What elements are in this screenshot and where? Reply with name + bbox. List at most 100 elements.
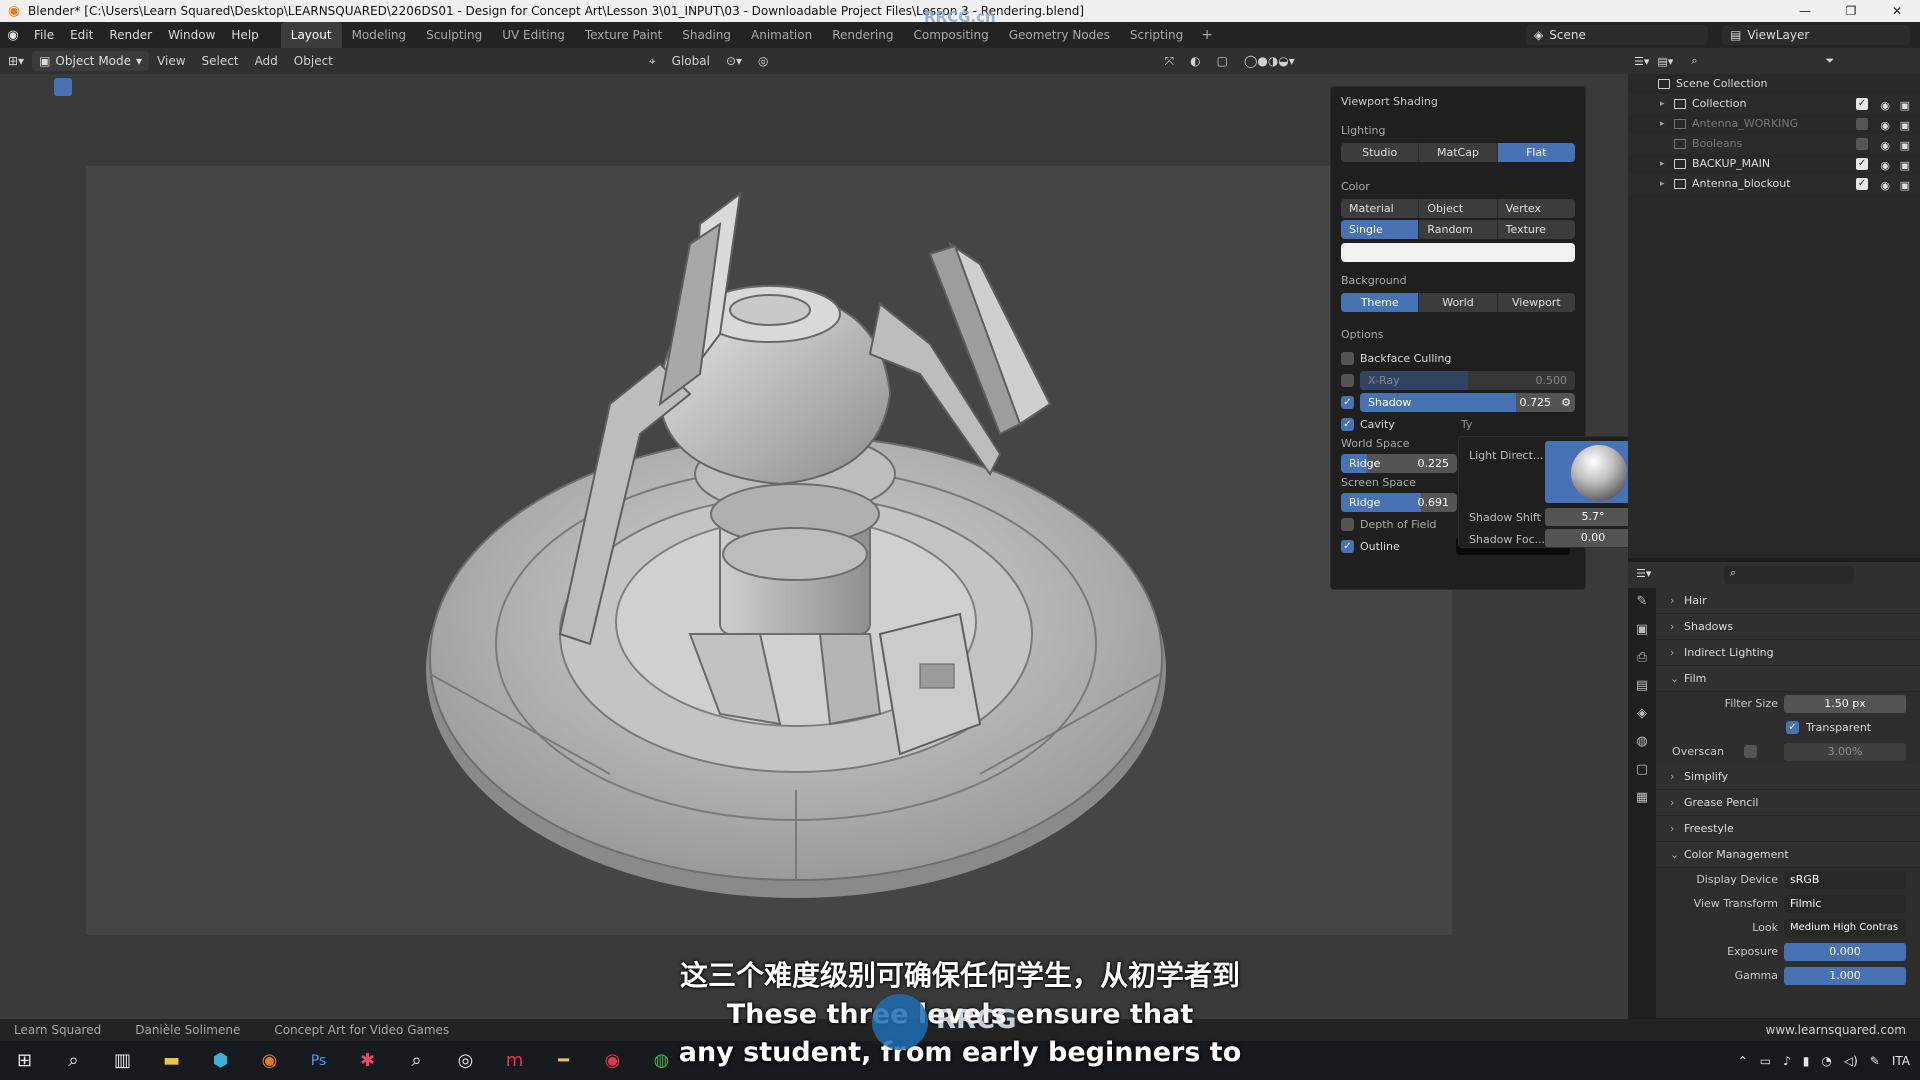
shadow-checkbox[interactable]: ✓ bbox=[1341, 395, 1354, 409]
color-random[interactable]: Random bbox=[1419, 220, 1498, 239]
eye-icon[interactable]: ◉ bbox=[1880, 136, 1890, 156]
transparent-checkbox[interactable]: ✓ bbox=[1786, 721, 1799, 734]
color-texture[interactable]: Texture bbox=[1498, 220, 1575, 239]
filter-icon[interactable]: ⏷ bbox=[1825, 54, 1834, 68]
lighting-studio[interactable]: Studio bbox=[1341, 143, 1420, 162]
backface-culling-checkbox[interactable] bbox=[1341, 351, 1354, 365]
outliner-row-antenna-working[interactable]: ▸ Antenna_WORKING ◉ ▣ bbox=[1628, 114, 1920, 134]
panel-grease-pencil[interactable]: › Grease Pencil bbox=[1656, 790, 1920, 816]
eye-icon[interactable]: ◉ bbox=[1880, 116, 1890, 136]
menu-object[interactable]: Object bbox=[286, 54, 341, 68]
maximize-button[interactable]: ❐ bbox=[1828, 0, 1874, 22]
world-tab-icon[interactable]: ◍ bbox=[1628, 728, 1656, 756]
exclude-checkbox[interactable] bbox=[1856, 138, 1868, 150]
menu-window[interactable]: Window bbox=[160, 22, 223, 48]
outliner-row-booleans[interactable]: Booleans ◉ ▣ bbox=[1628, 134, 1920, 154]
menu-select[interactable]: Select bbox=[194, 54, 247, 68]
look-select[interactable]: Medium High Contras bbox=[1784, 919, 1906, 937]
panel-hair[interactable]: › Hair bbox=[1656, 588, 1920, 614]
light-direction-widget[interactable] bbox=[1545, 441, 1641, 503]
backface-culling-row[interactable]: Backface Culling bbox=[1341, 347, 1575, 369]
panel-indirect-lighting[interactable]: › Indirect Lighting bbox=[1656, 640, 1920, 666]
collection-tab-icon[interactable]: ▢ bbox=[1628, 756, 1656, 784]
outliner-row-backup-main[interactable]: ▸ BACKUP_MAIN ✓ ◉ ▣ bbox=[1628, 154, 1920, 174]
tab-uv-editing[interactable]: UV Editing bbox=[492, 22, 575, 48]
scene-tab-icon[interactable]: ◈ bbox=[1628, 700, 1656, 728]
mode-selector[interactable]: ▣ Object Mode ▾ bbox=[32, 51, 150, 71]
color-object[interactable]: Object bbox=[1419, 199, 1498, 218]
color-single[interactable]: Single bbox=[1341, 220, 1420, 239]
outliner-row-scene-collection[interactable]: Scene Collection bbox=[1628, 74, 1920, 94]
texture-tab-icon[interactable]: ▦ bbox=[1628, 784, 1656, 812]
orientation-selector[interactable]: Global bbox=[664, 54, 718, 68]
panel-freestyle[interactable]: › Freestyle bbox=[1656, 816, 1920, 842]
dof-checkbox[interactable] bbox=[1341, 517, 1354, 531]
eye-icon[interactable]: ◉ bbox=[1880, 176, 1890, 196]
menu-help[interactable]: Help bbox=[223, 22, 266, 48]
expand-arrow-icon[interactable]: ▸ bbox=[1660, 174, 1665, 194]
display-mode-icon[interactable]: ▤▾ bbox=[1657, 55, 1673, 68]
minimize-button[interactable]: — bbox=[1782, 0, 1828, 22]
expand-arrow-icon[interactable]: ▸ bbox=[1660, 154, 1665, 174]
view-layer-tab-icon[interactable]: ▤ bbox=[1628, 672, 1656, 700]
editor-type-icon[interactable]: ⊞▾ bbox=[0, 54, 32, 68]
camera-icon[interactable]: ▣ bbox=[1900, 96, 1910, 116]
xray-slider[interactable]: X-Ray 0.500 bbox=[1360, 370, 1575, 390]
single-color-swatch[interactable] bbox=[1341, 243, 1575, 262]
background-theme[interactable]: Theme bbox=[1341, 293, 1420, 312]
tab-compositing[interactable]: Compositing bbox=[903, 22, 998, 48]
overscan-checkbox[interactable] bbox=[1744, 745, 1757, 758]
xray-toggle-icon[interactable]: ▢ bbox=[1209, 54, 1236, 68]
close-button[interactable]: ✕ bbox=[1874, 0, 1920, 22]
background-viewport[interactable]: Viewport bbox=[1498, 293, 1575, 312]
tab-modeling[interactable]: Modeling bbox=[342, 22, 417, 48]
eye-icon[interactable]: ◉ bbox=[1880, 96, 1890, 116]
gear-icon[interactable]: ⚙ bbox=[1561, 393, 1571, 412]
view-transform-select[interactable]: Filmic bbox=[1784, 895, 1906, 913]
menu-edit[interactable]: Edit bbox=[62, 22, 101, 48]
tab-rendering[interactable]: Rendering bbox=[822, 22, 903, 48]
shading-modes-icon[interactable]: ◯●◑◒▾ bbox=[1236, 54, 1303, 68]
panel-shadows[interactable]: › Shadows bbox=[1656, 614, 1920, 640]
shadow-focus-field[interactable]: 0.00 bbox=[1545, 529, 1641, 547]
lighting-flat[interactable]: Flat bbox=[1497, 143, 1575, 162]
filter-size-field[interactable]: 1.50 px bbox=[1784, 695, 1906, 713]
properties-search-input[interactable]: ⌕ bbox=[1724, 566, 1854, 584]
panel-film[interactable]: ⌄ Film bbox=[1656, 666, 1920, 692]
outliner-row-collection[interactable]: ▸ Collection ✓ ◉ ▣ bbox=[1628, 94, 1920, 114]
overscan-field[interactable]: 3.00% bbox=[1784, 743, 1906, 761]
camera-icon[interactable]: ▣ bbox=[1900, 156, 1910, 176]
panel-color-management[interactable]: ⌄ Color Management bbox=[1656, 842, 1920, 868]
outliner-editor-icon[interactable]: ☰▾ bbox=[1634, 55, 1649, 68]
outline-checkbox[interactable]: ✓ bbox=[1341, 539, 1354, 553]
properties-editor-icon[interactable]: ☰▾ bbox=[1636, 567, 1651, 580]
color-vertex[interactable]: Vertex bbox=[1498, 199, 1575, 218]
scene-selector[interactable]: ◈ Scene bbox=[1526, 25, 1708, 45]
output-tab-icon[interactable]: ⎙ bbox=[1628, 644, 1656, 672]
exclude-checkbox[interactable]: ✓ bbox=[1856, 178, 1868, 190]
lighting-matcap[interactable]: MatCap bbox=[1419, 143, 1498, 162]
display-device-select[interactable]: sRGB bbox=[1784, 871, 1906, 889]
tab-sculpting[interactable]: Sculpting bbox=[416, 22, 492, 48]
blender-logo-icon[interactable]: ◉ bbox=[0, 28, 26, 43]
cavity-checkbox[interactable]: ✓ bbox=[1341, 417, 1354, 431]
menu-view[interactable]: View bbox=[149, 54, 193, 68]
proportional-edit-icon[interactable]: ◎ bbox=[750, 54, 776, 68]
eye-icon[interactable]: ◉ bbox=[1880, 156, 1890, 176]
camera-icon[interactable]: ▣ bbox=[1900, 116, 1910, 136]
add-workspace-button[interactable]: + bbox=[1193, 22, 1221, 48]
tab-texture-paint[interactable]: Texture Paint bbox=[575, 22, 672, 48]
cavity-row[interactable]: ✓ Cavity Ty bbox=[1341, 413, 1575, 435]
transparent-row[interactable]: ✓ Transparent bbox=[1656, 716, 1920, 740]
menu-render[interactable]: Render bbox=[101, 22, 160, 48]
menu-add[interactable]: Add bbox=[247, 54, 286, 68]
snap-icon[interactable]: ⌖ bbox=[641, 54, 664, 69]
tool-tab-icon[interactable]: ✎ bbox=[1628, 588, 1656, 616]
tab-animation[interactable]: Animation bbox=[741, 22, 822, 48]
world-space-ridge-slider[interactable]: Ridge 0.225 bbox=[1341, 453, 1457, 473]
tab-layout[interactable]: Layout bbox=[280, 22, 342, 48]
render-tab-icon[interactable]: ▣ bbox=[1628, 616, 1656, 644]
overlay-icon[interactable]: ◐ bbox=[1182, 54, 1208, 68]
exclude-checkbox[interactable] bbox=[1856, 118, 1868, 130]
screen-space-ridge-slider[interactable]: Ridge 0.691 bbox=[1341, 492, 1457, 512]
